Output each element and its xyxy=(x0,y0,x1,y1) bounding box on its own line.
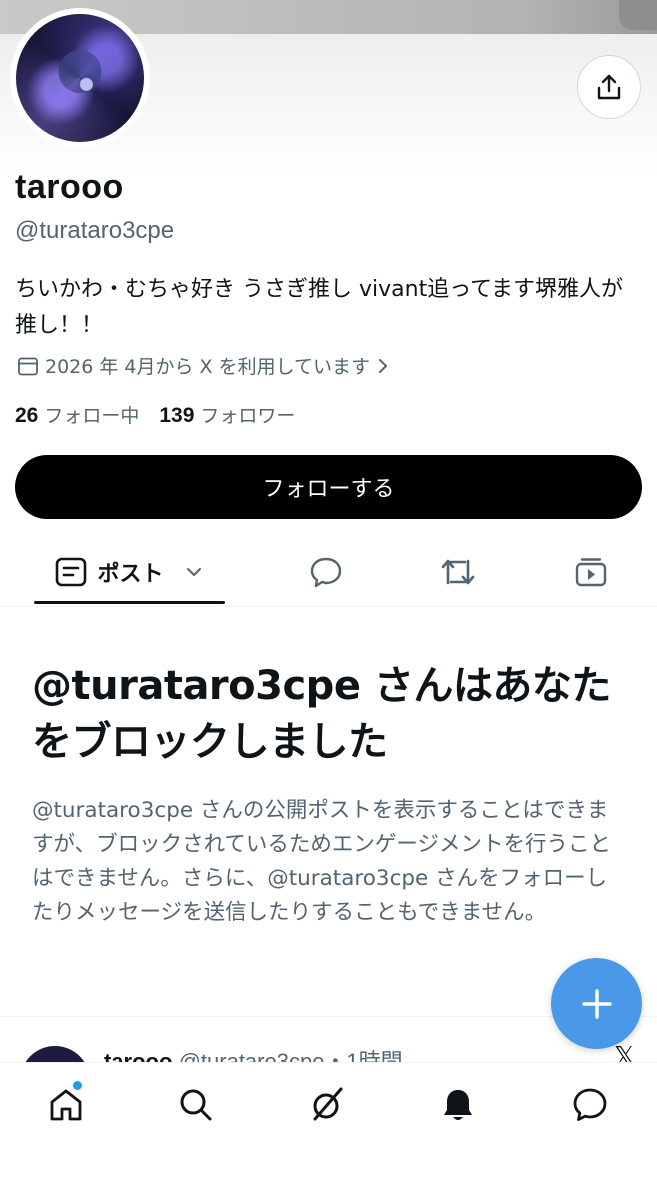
nav-messages[interactable] xyxy=(568,1083,612,1127)
notifications-icon xyxy=(444,1090,472,1120)
nav-grok[interactable] xyxy=(305,1083,349,1127)
following-label: フォロー中 xyxy=(44,405,140,427)
followers-label: フォロワー xyxy=(200,405,296,427)
following-link[interactable]: 26 フォロー中 xyxy=(15,401,139,428)
share-icon xyxy=(597,74,621,100)
profile-avatar[interactable] xyxy=(10,8,150,148)
banner-edge xyxy=(619,0,657,30)
tab-reposts[interactable] xyxy=(428,540,488,604)
avatar-image xyxy=(16,14,144,142)
calendar-icon xyxy=(18,357,38,375)
post-meta: tarooo @turataro3cpe・1時間 xyxy=(104,1044,403,1064)
profile-bio: ちいかわ・むちゃ好き うさぎ推し vivant追ってます堺雅人が推し！！ xyxy=(15,277,623,338)
user-handle: @turataro3cpe xyxy=(15,217,175,244)
blocked-description: @turataro3cpe さんの公開ポストを表示することはできますが、ブロック… xyxy=(32,798,611,925)
messages-icon xyxy=(573,1088,607,1121)
home-notification-dot xyxy=(72,1080,83,1091)
tab-posts[interactable]: ポスト xyxy=(34,540,225,604)
share-button[interactable] xyxy=(577,55,641,119)
nav-notifications[interactable] xyxy=(436,1083,480,1127)
compose-button[interactable] xyxy=(551,958,642,1049)
profile-tabs: ポスト xyxy=(0,540,657,607)
nav-search[interactable] xyxy=(174,1083,218,1127)
nav-home[interactable] xyxy=(44,1083,88,1127)
plus-icon xyxy=(581,988,612,1019)
tab-replies[interactable] xyxy=(296,540,356,604)
follow-button[interactable]: フォローする xyxy=(15,455,642,519)
tab-media[interactable] xyxy=(561,540,621,604)
search-icon xyxy=(180,1089,212,1121)
blocked-title: @turataro3cpe さんはあなたをブロックしました xyxy=(32,663,611,765)
bottom-navigation xyxy=(0,1062,657,1200)
followers-link[interactable]: 139 フォロワー xyxy=(159,401,295,428)
tab-posts-label: ポスト xyxy=(97,562,164,587)
home-icon xyxy=(50,1089,82,1121)
grok-icon xyxy=(313,1087,343,1121)
x-logo-icon: 𝕏 xyxy=(614,1042,635,1064)
joined-text: 2026 年 4月から X を利用しています xyxy=(45,356,371,378)
followers-count: 139 xyxy=(159,404,195,427)
following-count: 26 xyxy=(15,404,39,427)
chevron-right-icon xyxy=(379,358,388,373)
chevron-down-icon xyxy=(186,568,201,576)
follow-stats: 26 フォロー中 139 フォロワー xyxy=(15,401,295,428)
posts-icon xyxy=(56,557,87,587)
selected-tab-indicator xyxy=(34,601,225,604)
display-name: tarooo xyxy=(15,168,124,206)
joined-date[interactable]: 2026 年 4月から X を利用しています xyxy=(17,352,390,379)
post-preview[interactable]: tarooo @turataro3cpe・1時間 𝕏 xyxy=(0,1040,657,1064)
replies-icon xyxy=(310,557,342,588)
reposts-icon xyxy=(441,559,475,585)
media-icon xyxy=(575,558,607,587)
